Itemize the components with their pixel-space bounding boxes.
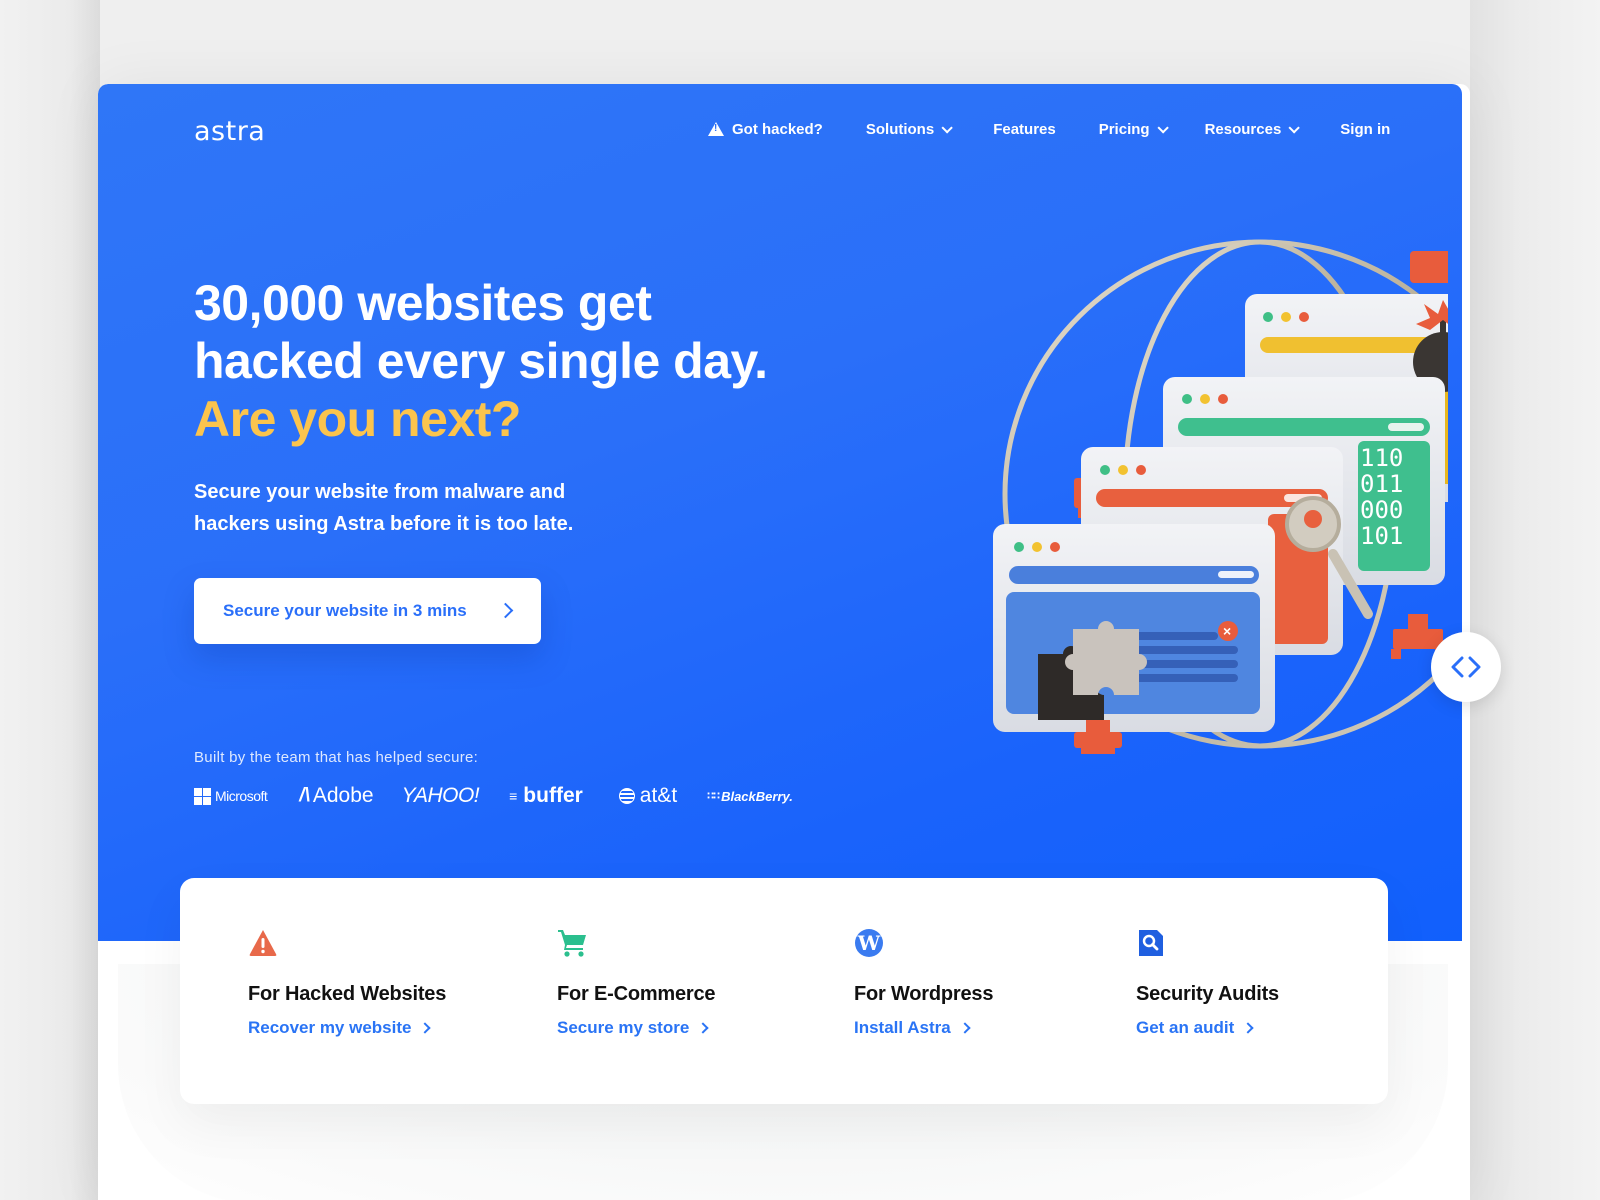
logo-att: at&t [618, 784, 678, 808]
logo-att-text: at&t [639, 784, 678, 807]
puzzle-piece-icon [1065, 621, 1147, 695]
feature-title: For E-Commerce [557, 983, 716, 1005]
binary-line-3: 000 [1360, 496, 1403, 524]
feature-card-audits: Security Audits Get an audit [1136, 928, 1279, 1038]
logo-buffer: ≡ buffer [509, 784, 583, 808]
hero-illustration: 110 011 000 101 × [993, 239, 1448, 754]
nav-sign-in[interactable]: Sign in [1340, 121, 1390, 138]
feature-cards: For Hacked Websites Recover my website F… [180, 878, 1388, 1104]
browser-frame: astra Got hacked? Solutions Features Pri… [98, 84, 1470, 1200]
buffer-icon: ≡ [509, 788, 518, 804]
nav-got-hacked-label: Got hacked? [732, 121, 823, 138]
logo-buffer-text: buffer [523, 784, 583, 807]
secure-website-button[interactable]: Secure your website in 3 mins [194, 578, 541, 644]
nav-solutions[interactable]: Solutions [865, 121, 953, 138]
audit-document-search-icon [1139, 930, 1163, 956]
feature-title: For Wordpress [854, 983, 994, 1005]
link-label: Get an audit [1136, 1018, 1235, 1037]
nav-resources[interactable]: Resources [1204, 121, 1301, 138]
chevron-right-icon [1242, 1022, 1254, 1034]
hero-subtext: Secure your website from malware and hac… [194, 481, 574, 535]
page-backdrop-right [1470, 0, 1600, 1200]
chevron-right-icon [697, 1022, 709, 1034]
nav-pricing[interactable]: Pricing [1098, 121, 1169, 138]
code-brackets-icon [1451, 656, 1481, 678]
link-label: Install Astra [854, 1018, 951, 1037]
warning-icon [708, 121, 724, 136]
wordpress-icon: W [855, 929, 883, 957]
astra-logo[interactable]: astra [194, 116, 265, 147]
chevron-right-icon [419, 1022, 432, 1034]
nav-sign-in-label: Sign in [1340, 121, 1391, 138]
binary-code: 110 011 000 101 [1360, 444, 1403, 550]
secure-store-link[interactable]: Secure my store [557, 1018, 715, 1038]
att-globe-icon [618, 788, 635, 804]
logo-adobe: /\ Adobe [299, 784, 373, 808]
cta-label: Secure your website in 3 mins [223, 601, 467, 620]
chevron-down-icon [941, 121, 953, 134]
nav-features-label: Features [993, 121, 1056, 138]
client-logos: Microsoft /\ Adobe YAHOO! ≡ buffer at&t … [194, 784, 793, 808]
headline-line-1: 30,000 websites get [194, 275, 652, 331]
link-label: Secure my store [557, 1018, 690, 1037]
feature-title: For Hacked Websites [248, 983, 447, 1005]
link-label: Recover my website [248, 1018, 412, 1037]
binary-line-2: 011 [1360, 470, 1403, 498]
nav-resources-label: Resources [1204, 121, 1282, 138]
feature-card-ecommerce: For E-Commerce Secure my store [557, 928, 716, 1038]
nav-solutions-label: Solutions [865, 121, 935, 138]
nav-features[interactable]: Features [993, 121, 1056, 138]
logo-blackberry: ∷∷ BlackBerry. [707, 789, 793, 804]
binary-line-1: 110 [1360, 444, 1403, 472]
logo-blackberry-text: BlackBerry. [721, 788, 793, 804]
logo-yahoo: YAHOO! [401, 784, 480, 807]
get-audit-link[interactable]: Get an audit [1136, 1018, 1279, 1038]
blackberry-icon: ∷∷ [707, 790, 720, 802]
chevron-down-icon [1288, 121, 1301, 134]
nav-pricing-label: Pricing [1098, 121, 1150, 138]
hero-section: astra Got hacked? Solutions Features Pri… [98, 84, 1462, 941]
adobe-icon: /\ [299, 785, 310, 806]
chevron-down-icon [1157, 121, 1169, 134]
svg-text:W: W [857, 931, 881, 955]
recover-website-link[interactable]: Recover my website [248, 1018, 446, 1038]
page-backdrop-left [0, 0, 100, 1200]
nav-got-hacked[interactable]: Got hacked? [708, 121, 823, 138]
microsoft-icon [194, 787, 211, 805]
feature-card-wordpress: W For Wordpress Install Astra [854, 928, 993, 1038]
install-astra-link[interactable]: Install Astra [854, 1018, 993, 1038]
error-x-icon: × [1223, 623, 1231, 639]
hero-headline: 30,000 websites get hacked every single … [194, 274, 768, 448]
top-bug-icon [1410, 251, 1448, 283]
trust-label: Built by the team that has helped secure… [194, 749, 479, 766]
chevron-right-icon [959, 1022, 971, 1034]
chevron-right-icon [497, 602, 514, 619]
headline-line-2: hacked every single day. [194, 333, 768, 389]
code-toggle-button[interactable] [1431, 632, 1501, 702]
feature-title: Security Audits [1136, 983, 1279, 1005]
browser-window-blue: × [993, 524, 1275, 732]
top-navigation: Got hacked? Solutions Features Pricing R… [708, 121, 1390, 138]
logo-microsoft: Microsoft [194, 787, 268, 805]
warning-icon [249, 930, 277, 956]
feature-card-hacked: For Hacked Websites Recover my website [248, 928, 446, 1038]
logo-microsoft-text: Microsoft [215, 788, 268, 804]
logo-adobe-text: Adobe [312, 784, 374, 807]
headline-accent: Are you next? [194, 391, 521, 447]
binary-line-4: 101 [1360, 522, 1403, 550]
shopping-cart-icon [558, 930, 586, 957]
